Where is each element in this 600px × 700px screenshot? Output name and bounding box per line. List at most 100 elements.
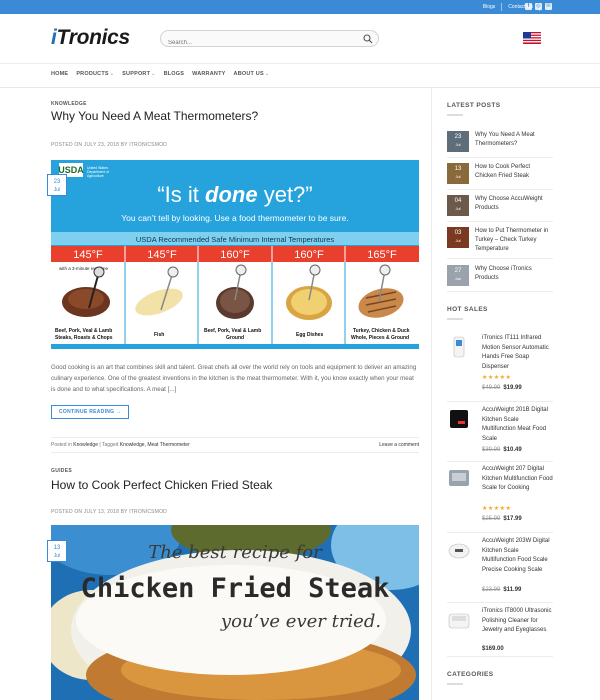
latest-post-title[interactable]: How to Put Thermometer in Turkey – Check… [475, 227, 553, 254]
product-title[interactable]: iTronics IT111 Infrared Motion Sensor Au… [482, 334, 554, 372]
nav-label: SUPPORT [122, 71, 151, 77]
column-divider [431, 88, 432, 700]
sale-price: $11.99 [503, 587, 522, 593]
sale-price: $19.99 [503, 385, 522, 391]
temp-label: 160°F [220, 249, 250, 261]
product-item[interactable]: iTronics IT8000 Ultrasonic Polishing Cle… [447, 607, 553, 657]
latest-post-title[interactable]: How to Cook Perfect Chicken Fried Steak [475, 163, 553, 181]
thumb-day: 27 [454, 268, 462, 274]
thumb-month: Jul [455, 206, 461, 211]
post-thumbnail: 27 Jun [447, 265, 469, 286]
post-meta: POSTED ON JULY 23, 2018 BY ITRONICSMOD [51, 142, 167, 148]
nav-warranty[interactable]: WARRANTY [192, 71, 225, 77]
headline: “Is it done yet?” [157, 182, 312, 207]
svg-text:Turkey, Chicken & Duck: Turkey, Chicken & Duck [353, 328, 410, 334]
us-flag-icon[interactable] [523, 32, 541, 44]
svg-text:Agriculture: Agriculture [87, 174, 104, 178]
blogs-link[interactable]: Blogs [483, 4, 496, 10]
old-price: $23.99 [482, 587, 501, 593]
latest-post-item[interactable]: 04 Jul Why Choose AccuWeight Products [447, 193, 553, 222]
post-featured-image[interactable]: The best recipe for Chicken Fried Steak … [51, 525, 419, 700]
rating-stars: ★★★★★ [482, 375, 512, 381]
product-item[interactable]: AccuWeight 203W Digital Kitchen Scale Mu… [447, 537, 553, 603]
sale-price: $169.00 [482, 646, 504, 652]
post-meta: POSTED ON JULY 13, 2018 BY ITRONICSMOD [51, 509, 167, 515]
date-day: 13 [53, 545, 61, 551]
rating-stars: ★★★★★ [482, 506, 512, 512]
nav-products[interactable]: PRODUCTS ⌄ [76, 71, 114, 77]
site-header: iTronics [0, 14, 600, 64]
product-title[interactable]: iTronics IT8000 Ultrasonic Polishing Cle… [482, 607, 554, 636]
date-month: Jul [53, 553, 61, 559]
thumb-month: Jul [455, 174, 461, 179]
date-badge: 13 Jul [47, 540, 67, 562]
svg-text:Steaks, Roasts & Chops: Steaks, Roasts & Chops [55, 335, 113, 341]
thumb-day: 03 [454, 230, 462, 236]
post-featured-image[interactable]: USDA United States Department of Agricul… [51, 160, 419, 349]
latest-post-title[interactable]: Why You Need A Meat Thermometers? [475, 131, 553, 149]
temp-label: 145°F [73, 249, 103, 261]
latest-posts-heading: LATEST POSTS [447, 102, 501, 109]
product-title[interactable]: AccuWeight 203W Digital Kitchen Scale Mu… [482, 537, 554, 575]
posted-in-label: Posted in [51, 442, 72, 448]
product-item[interactable]: AccuWeight 207 Digital Kitchen Multifunc… [447, 465, 553, 533]
post-thumbnail: 04 Jul [447, 195, 469, 216]
search-input[interactable] [161, 35, 351, 51]
post-thumbnail: 03 Jul [447, 227, 469, 248]
top-bar: Blogs Contact Us f ◎ ✉ [0, 0, 600, 14]
digital-scale-image[interactable] [447, 538, 471, 562]
product-item[interactable]: AccuWeight 201B Digital Kitchen Scale Mu… [447, 406, 553, 462]
product-title[interactable]: AccuWeight 207 Digital Kitchen Multifunc… [482, 465, 554, 494]
category-link[interactable]: Knowledge [73, 442, 98, 448]
chevron-down-icon: ⌄ [109, 71, 115, 77]
latest-post-item[interactable]: 13 Jul How to Cook Perfect Chicken Fried … [447, 161, 553, 190]
usda-infographic: USDA United States Department of Agricul… [51, 160, 419, 349]
latest-post-item[interactable]: 23 Jul Why You Need A Meat Thermometers? [447, 129, 553, 158]
image-text-line3: you’ve ever tried. [220, 611, 381, 632]
svg-text:Egg Dishes: Egg Dishes [296, 332, 323, 338]
post-title[interactable]: Why You Need A Meat Thermometers? [51, 109, 258, 123]
banner: USDA Recommended Safe Minimum Internal T… [136, 235, 335, 244]
kitchen-scale-image[interactable] [447, 407, 471, 431]
search-icon[interactable] [363, 34, 373, 44]
soap-dispenser-image[interactable] [447, 335, 471, 359]
product-price: $49.99 $19.99 [482, 385, 522, 391]
food-scale-image[interactable] [447, 466, 471, 490]
nav-support[interactable]: SUPPORT ⌄ [122, 71, 155, 77]
continue-reading-button[interactable]: CONTINUE READING → [51, 405, 130, 419]
date-day: 23 [53, 179, 61, 185]
ultrasonic-cleaner-image[interactable] [447, 608, 471, 632]
post-category[interactable]: KNOWLEDGE [51, 101, 87, 107]
latest-post-item[interactable]: 27 Jun Why Choose iTronics Products [447, 263, 553, 292]
leave-comment-link[interactable]: Leave a comment [379, 442, 419, 448]
sale-price: $10.49 [503, 447, 522, 453]
nav-home[interactable]: HOME [51, 71, 68, 77]
nav-about-us[interactable]: ABOUT US ⌄ [234, 71, 270, 77]
latest-post-title[interactable]: Why Choose AccuWeight Products [475, 195, 553, 213]
instagram-icon[interactable]: ◎ [535, 3, 542, 10]
facebook-icon[interactable]: f [525, 3, 532, 10]
heading-underline [447, 114, 463, 116]
date-badge: 23 Jul [47, 174, 67, 196]
latest-post-item[interactable]: 03 Jul How to Put Thermometer in Turkey –… [447, 225, 553, 259]
post-thumbnail: 13 Jul [447, 163, 469, 184]
post-title[interactable]: How to Cook Perfect Chicken Fried Steak [51, 478, 272, 492]
tag-links[interactable]: Knowledge, Meat Thermometer [120, 442, 190, 448]
nav-label: HOME [51, 71, 69, 77]
nav-blogs[interactable]: BLOGS [164, 71, 185, 77]
logo[interactable]: iTronics [51, 26, 130, 50]
chicken-fried-steak-photo: The best recipe for Chicken Fried Steak … [51, 525, 419, 700]
logo-text: Tronics [56, 26, 131, 49]
product-item[interactable]: iTronics IT111 Infrared Motion Sensor Au… [447, 334, 553, 402]
svg-text:Ground: Ground [226, 335, 244, 341]
date-month: Jul [53, 187, 61, 193]
heading-underline [447, 683, 463, 685]
product-title[interactable]: AccuWeight 201B Digital Kitchen Scale Mu… [482, 406, 554, 444]
post-category[interactable]: GUIDES [51, 468, 72, 474]
latest-post-title[interactable]: Why Choose iTronics Products [475, 265, 553, 283]
image-text-line2: Chicken Fried Steak [81, 573, 390, 604]
main-nav: HOME PRODUCTS ⌄ SUPPORT ⌄ BLOGS WARRANTY A… [0, 64, 600, 88]
subhead: You can’t tell by looking. Use a food th… [121, 213, 348, 223]
thumb-day: 04 [454, 198, 462, 204]
mail-icon[interactable]: ✉ [545, 3, 552, 10]
